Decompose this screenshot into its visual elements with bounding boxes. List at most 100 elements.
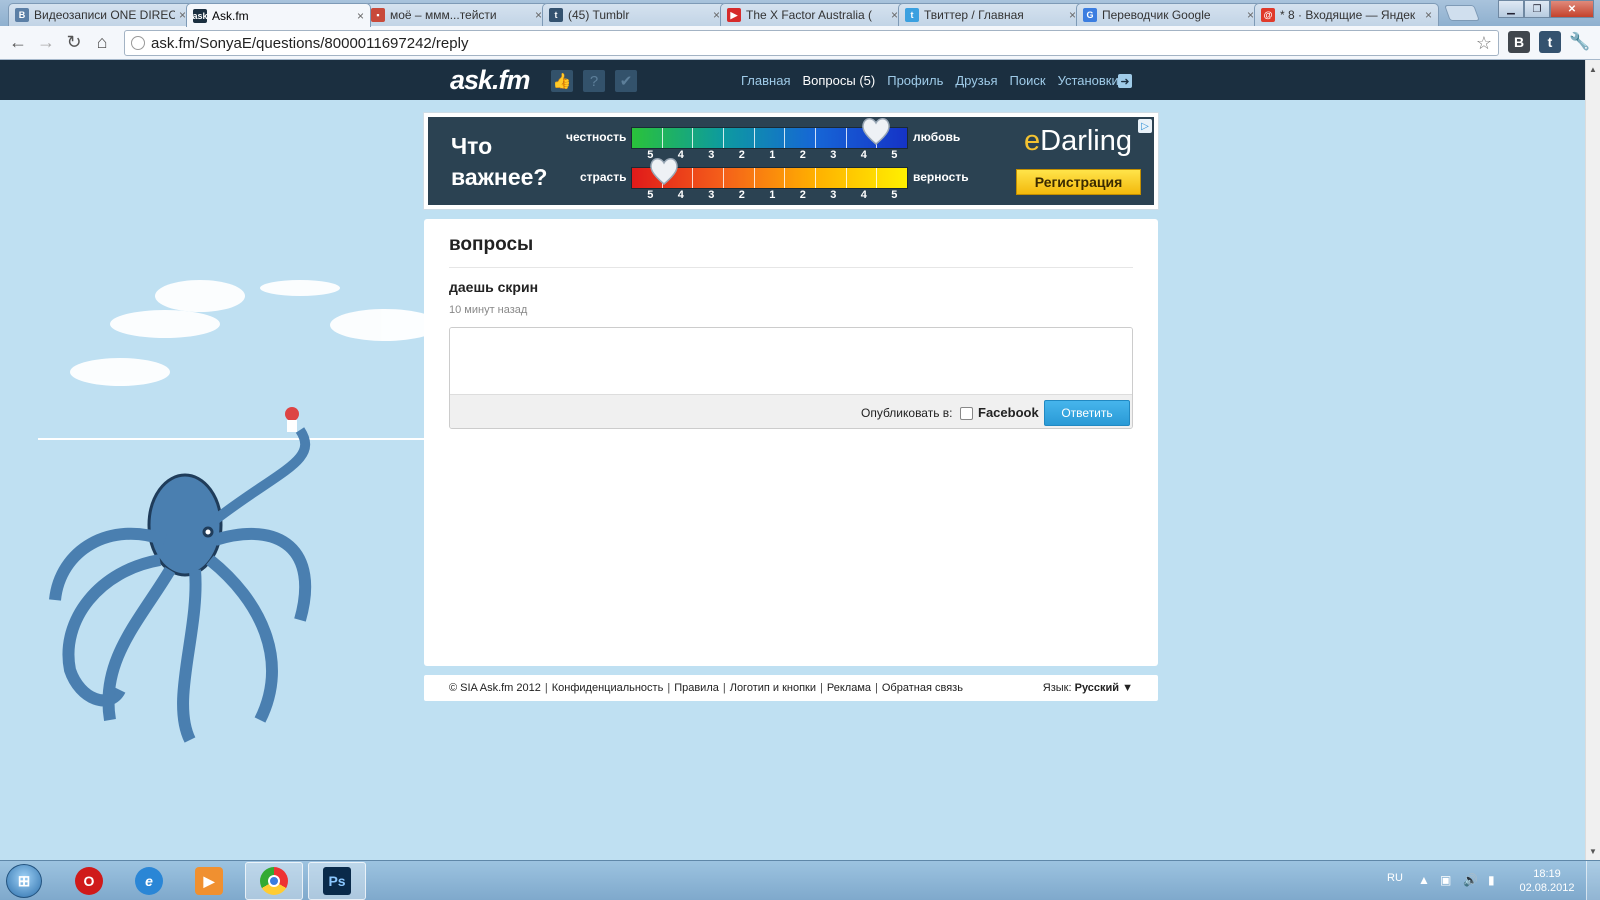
swimmer-figure [285,407,299,432]
home-icon[interactable]: ⌂ [88,29,116,57]
language-selector[interactable]: Язык: Русский ▼ [1043,682,1133,694]
vk-icon: В [15,8,29,22]
yandex-mail-icon: @ [1261,8,1275,22]
tab-close-icon[interactable]: × [891,8,898,22]
footer-link-rules[interactable]: Правила [674,682,719,694]
browser-tab[interactable]: ▶ The X Factor Australia (× [720,3,905,26]
tab-close-icon[interactable]: × [713,8,720,22]
tray-volume-icon[interactable]: 🔊 [1463,873,1478,887]
taskbar-chrome[interactable] [245,862,303,900]
question-timestamp: 10 минут назад [449,304,528,316]
tab-close-icon[interactable]: × [1425,8,1432,22]
footer-link-logo[interactable]: Логотип и кнопки [730,682,816,694]
tray-expand-icon[interactable]: ▲ [1418,873,1430,887]
edarling-logo[interactable]: eDarling [1024,125,1132,158]
tray-language[interactable]: RU [1387,872,1403,884]
taskbar-opera[interactable]: O [60,862,118,900]
wrench-menu-icon[interactable]: 🔧 [1569,31,1591,53]
copyright: © SIA Ask.fm 2012 [449,682,541,694]
publish-label: Опубликовать в: [861,406,953,420]
nav-home[interactable]: Главная [741,73,790,88]
footer-links: © SIA Ask.fm 2012 | Конфиденциальность | П… [449,682,963,694]
answer-toolbar: Опубликовать в: Facebook Ответить [450,394,1132,428]
askfm-logo[interactable]: ask.fm [450,65,531,96]
divider [449,267,1133,268]
tray-signal-icon[interactable]: ▮ [1488,873,1495,887]
nav-settings[interactable]: Установки [1058,73,1119,88]
reply-button[interactable]: Ответить [1044,400,1130,426]
ad-choices-icon[interactable]: ▷ [1138,119,1152,133]
facebook-checkbox[interactable] [960,407,973,420]
scroll-down-icon[interactable]: ▼ [1586,844,1600,858]
back-icon[interactable]: ← [4,29,32,57]
heart-slider-icon[interactable] [648,156,680,186]
taskbar-photoshop[interactable]: Ps [308,862,366,900]
language-label: Язык: [1042,682,1072,694]
tab-title: Твиттер / Главная [924,8,1024,22]
heart-slider-icon[interactable] [860,116,892,146]
forward-icon[interactable]: → [32,29,60,57]
page-info-icon[interactable] [131,36,145,50]
scale-number: 3 [830,149,837,161]
tab-close-icon[interactable]: × [1069,8,1076,22]
start-button[interactable]: ⊞ [6,864,42,898]
nav-profile[interactable]: Профиль [887,73,943,88]
tab-close-icon[interactable]: × [179,8,186,22]
nav-search[interactable]: Поиск [1010,73,1046,88]
nav-questions[interactable]: Вопросы (5) [802,73,875,88]
browser-tab[interactable]: t Твиттер / Главная × [898,3,1083,26]
vk-extension-icon[interactable]: В [1508,31,1530,53]
browser-tab[interactable]: В Видеозаписи ONE DIREC × [8,3,193,26]
clock-date: 02.08.2012 [1519,882,1575,894]
browser-tab[interactable]: G Переводчик Google × [1076,3,1261,26]
tumblr-extension-icon[interactable]: t [1539,31,1561,53]
tab-close-icon[interactable]: × [357,9,364,23]
address-bar[interactable]: ask.fm/SonyaE/questions/8000011697242/re… [124,30,1499,56]
brand-e: e [1024,125,1041,157]
nav-friends[interactable]: Друзья [955,73,997,88]
browser-tab[interactable]: t (45) Tumblr × [542,3,727,26]
answer-icon[interactable]: ✔ [615,70,637,92]
close-window-button[interactable]: ✕ [1550,0,1594,18]
answer-textarea[interactable] [450,328,1132,394]
page-scrollbar[interactable]: ▲ ▼ [1585,60,1600,860]
new-tab-button[interactable] [1444,5,1480,21]
question-icon[interactable]: ? [583,70,605,92]
browser-tab[interactable]: ask Ask.fm × [186,3,371,27]
footer-link-ads[interactable]: Реклама [827,682,871,694]
taskbar-media-player[interactable]: ▶ [180,862,238,900]
scale-number: 3 [708,189,715,201]
tray-network-device-icon[interactable]: ▣ [1440,873,1451,887]
google-translate-icon: G [1083,8,1097,22]
ad-question-line1: Что [451,133,493,159]
tab-title: моё – ммм...тейсти [390,8,497,22]
scale-number: 2 [799,189,806,201]
twitter-icon: t [905,8,919,22]
taskbar-internet-explorer[interactable]: e [120,862,178,900]
site-header: ask.fm 👍 ? ✔ Главная Вопросы (5) Профиль… [0,60,1585,100]
scroll-up-icon[interactable]: ▲ [1586,62,1600,76]
show-desktop-button[interactable] [1586,861,1600,900]
minimize-button[interactable]: ▁ [1498,0,1524,18]
ad-banner[interactable]: Что важнее? честность любовь страсть вер… [424,113,1158,209]
taskbar-clock[interactable]: 18:19 02.08.2012 [1517,867,1577,895]
like-icon[interactable]: 👍 [551,70,573,92]
ad-register-button[interactable]: Регистрация [1016,169,1141,195]
browser-tab[interactable]: @ * 8 · Входящие — Яндек × [1254,3,1439,26]
tab-title: Ask.fm [212,8,249,23]
language-value[interactable]: Русский ▼ [1075,682,1133,694]
tab-close-icon[interactable]: × [1247,8,1254,22]
browser-tab[interactable]: ▪ моё – ммм...тейсти × [364,3,549,26]
tab-title: The X Factor Australia ( [746,8,873,22]
footer-link-feedback[interactable]: Обратная связь [882,682,963,694]
facebook-label[interactable]: Facebook [978,405,1039,420]
bookmark-star-icon[interactable]: ☆ [1476,33,1492,54]
maximize-button[interactable]: ❐ [1524,0,1550,18]
reload-icon[interactable]: ↻ [60,29,88,57]
tab-close-icon[interactable]: × [535,8,542,22]
clock-time: 18:19 [1533,868,1561,880]
logout-icon[interactable]: ➜ [1118,74,1132,88]
mosaic-icon: ▪ [371,8,385,22]
footer-link-privacy[interactable]: Конфиденциальность [552,682,664,694]
tab-title: Видеозаписи ONE DIREC [34,8,175,22]
